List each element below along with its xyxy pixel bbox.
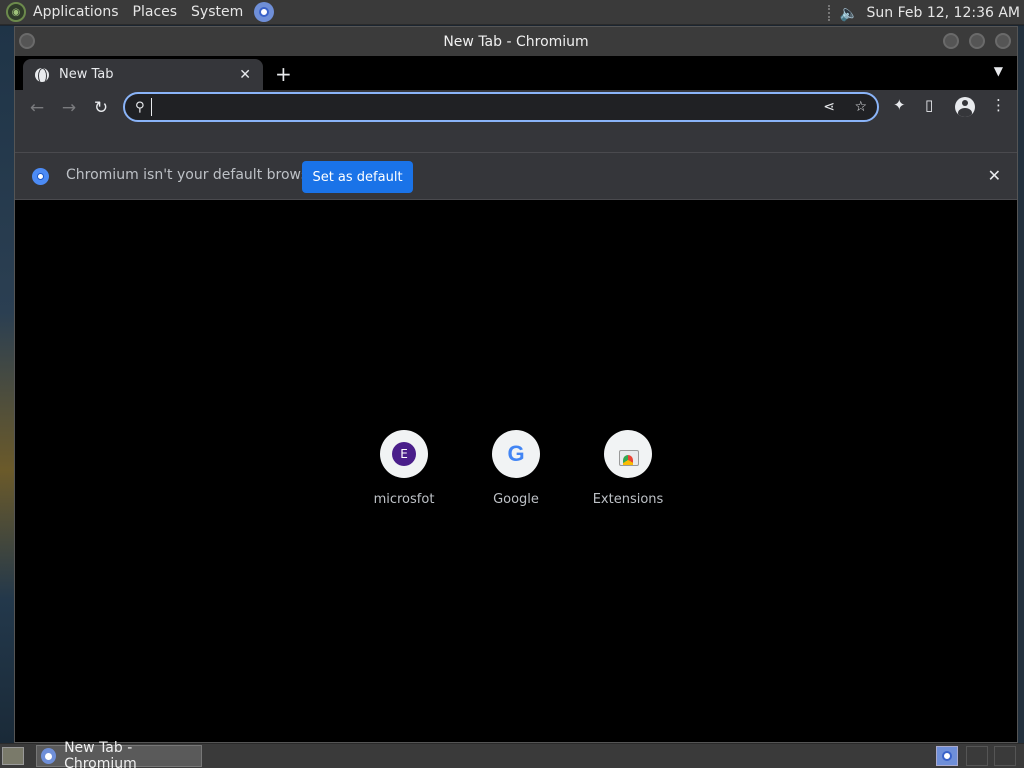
- workspace-2[interactable]: [966, 746, 988, 766]
- tab-title: New Tab: [59, 67, 114, 82]
- shortcut-label: microsfot: [373, 492, 435, 507]
- shortcut-icon: [604, 430, 652, 478]
- shortcut-label: Google: [493, 492, 539, 507]
- extensions-icon[interactable]: ✦: [893, 96, 906, 114]
- volume-icon[interactable]: 🔈: [840, 4, 859, 22]
- shortcut-label: Extensions: [592, 492, 664, 507]
- side-panel-icon[interactable]: ▯: [925, 96, 933, 114]
- forward-button[interactable]: →: [57, 96, 81, 120]
- globe-icon: [35, 67, 49, 82]
- infobar-close-icon[interactable]: ✕: [988, 166, 1001, 185]
- letter-avatar-icon: E: [392, 442, 416, 466]
- close-window-icon[interactable]: [995, 33, 1011, 49]
- window-menu-icon[interactable]: [19, 33, 35, 49]
- search-icon: ⚲: [135, 99, 145, 115]
- reload-button[interactable]: ↻: [89, 96, 113, 120]
- new-tab-page: E microsfot G Google Extensions: [15, 205, 1017, 742]
- omnibox[interactable]: ⚲ ⋖ ☆: [123, 92, 879, 122]
- shortcut-tile-extensions[interactable]: Extensions: [572, 430, 684, 507]
- window-title: New Tab - Chromium: [443, 33, 589, 50]
- distro-logo-icon[interactable]: ◉: [6, 2, 26, 22]
- taskbar-item-chromium[interactable]: New Tab - Chromium: [36, 740, 202, 768]
- taskbar-item-label: New Tab - Chromium: [64, 740, 137, 768]
- chromium-icon: [41, 748, 57, 764]
- browser-window: New Tab - Chromium New Tab ✕ + ▼ ← → ↻ ⚲…: [14, 26, 1018, 743]
- toolbar-spacer: [15, 126, 1017, 153]
- show-desktop-icon[interactable]: [2, 747, 24, 765]
- places-menu[interactable]: Places: [126, 0, 185, 25]
- shortcut-tile-google[interactable]: G Google: [460, 430, 572, 507]
- menu-icon[interactable]: ⋮: [991, 96, 1006, 114]
- tab-new-tab[interactable]: New Tab ✕: [23, 59, 263, 90]
- default-browser-infobar: Chromium isn't your default browser Set …: [15, 153, 1017, 200]
- panel-tray: 🔈 Sun Feb 12, 12:36 AM: [827, 0, 1021, 25]
- clock[interactable]: Sun Feb 12, 12:36 AM: [867, 5, 1021, 21]
- window-titlebar[interactable]: New Tab - Chromium: [15, 27, 1017, 56]
- shortcut-icon: E: [380, 430, 428, 478]
- infobar-message: Chromium isn't your default browser: [66, 167, 323, 183]
- chrome-web-store-icon: [618, 444, 639, 466]
- applications-menu[interactable]: Applications: [26, 0, 126, 25]
- set-as-default-button[interactable]: Set as default: [302, 161, 413, 193]
- bookmark-star-icon[interactable]: ☆: [854, 99, 867, 115]
- desktop-wallpaper-right: [1018, 26, 1024, 743]
- desktop-wallpaper: [0, 26, 14, 743]
- workspace-1[interactable]: [936, 746, 958, 766]
- top-panel: ◉ Applications Places System 🔈 Sun Feb 1…: [0, 0, 1024, 25]
- browser-toolbar: ← → ↻ ⚲ ⋖ ☆ ✦ ▯ ⋮: [15, 90, 1017, 126]
- tab-close-icon[interactable]: ✕: [239, 67, 251, 83]
- address-input[interactable]: [150, 98, 791, 116]
- minimize-icon[interactable]: [943, 33, 959, 49]
- chevron-down-icon[interactable]: ▼: [994, 64, 1003, 78]
- profile-icon[interactable]: [955, 97, 975, 117]
- maximize-icon[interactable]: [969, 33, 985, 49]
- tab-strip: New Tab ✕ + ▼: [15, 56, 1017, 90]
- panel-handle: [827, 4, 832, 21]
- system-menu[interactable]: System: [184, 0, 250, 25]
- bottom-panel: New Tab - Chromium: [0, 740, 1024, 768]
- back-button[interactable]: ←: [25, 96, 49, 120]
- new-tab-button[interactable]: +: [275, 62, 292, 86]
- shortcut-tile-microsfot[interactable]: E microsfot: [348, 430, 460, 507]
- workspace-3[interactable]: [994, 746, 1016, 766]
- google-logo-icon: G: [507, 441, 525, 466]
- chromium-logo-icon: [32, 168, 49, 185]
- share-icon[interactable]: ⋖: [823, 99, 835, 115]
- shortcut-icon: G: [492, 430, 540, 478]
- chromium-launcher-icon[interactable]: [254, 2, 275, 22]
